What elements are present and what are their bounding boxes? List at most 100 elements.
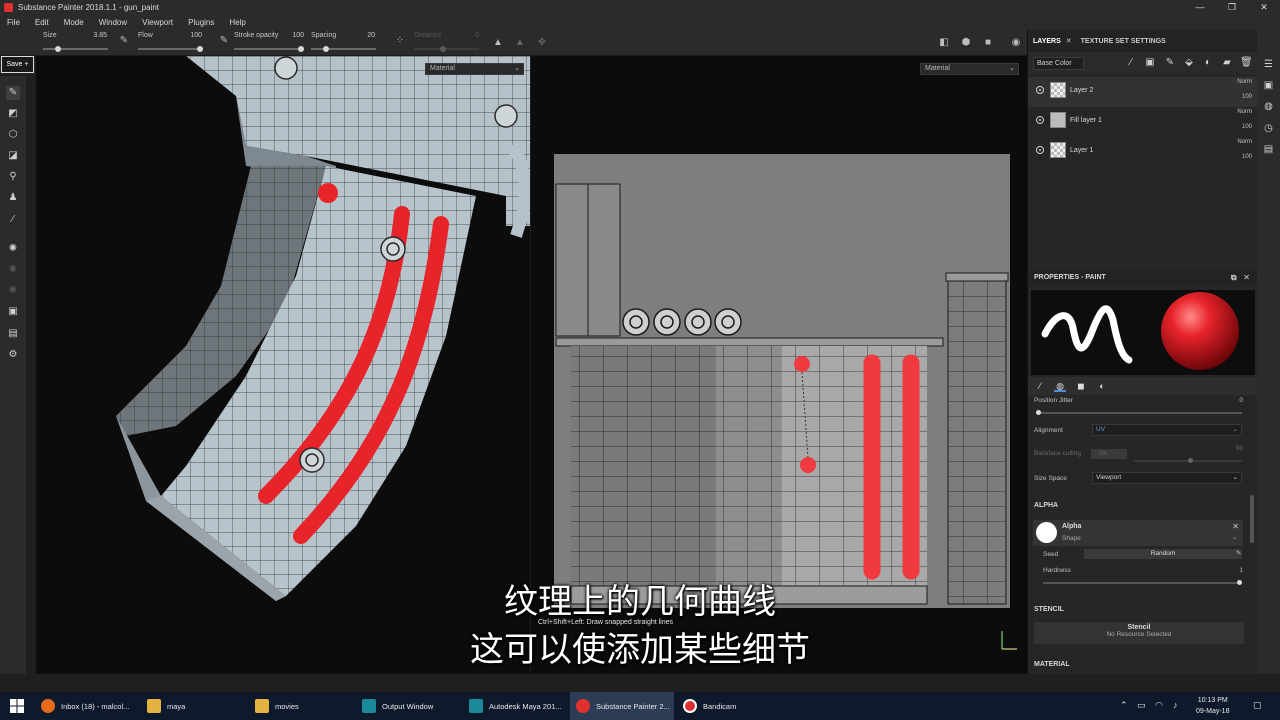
add-effect-icon[interactable]: ⁄ [1125, 57, 1137, 69]
taskbar-item-movies-folder[interactable]: movies [249, 692, 353, 720]
hardness-value[interactable]: 1 [1239, 567, 1243, 574]
tray-volume-icon[interactable]: ♪ [1173, 700, 1178, 710]
size-space-select[interactable]: Viewport ⌄ [1092, 472, 1242, 484]
tab-layers[interactable]: LAYERS [1028, 38, 1066, 45]
flow-pressure-icon[interactable]: ✎ [218, 36, 230, 46]
layer-row[interactable]: Layer 1 Norm 100 [1028, 137, 1258, 167]
menu-viewport[interactable]: Viewport [142, 18, 173, 27]
layer-opacity[interactable]: 100 [1242, 94, 1252, 100]
spacing-slider[interactable] [311, 46, 376, 52]
position-jitter-slider[interactable] [1036, 410, 1242, 415]
properties-header-icons[interactable]: ⧉ ✕ [1231, 270, 1250, 286]
seed-edit-icon[interactable]: ✎ [1236, 549, 1241, 557]
taskbar-item-substance-painter[interactable]: Substance Painter 2... [570, 692, 674, 720]
view-3d-icon[interactable]: ⬢ [960, 38, 972, 48]
log-icon[interactable]: ▤ [1262, 143, 1275, 156]
menu-plugins[interactable]: Plugins [188, 18, 214, 27]
taskbar-item-output-window[interactable]: Output Window [356, 692, 460, 720]
layer-opacity[interactable]: 100 [1242, 154, 1252, 160]
remove-alpha-icon[interactable]: ✕ [1232, 522, 1239, 531]
stroke-opacity-value[interactable]: 100 [286, 32, 304, 39]
layer-opacity[interactable]: 100 [1242, 124, 1252, 130]
windows-start-icon[interactable] [10, 699, 24, 713]
properties-scrollbar[interactable] [1250, 495, 1254, 543]
notifications-icon[interactable]: ▢ [1253, 700, 1262, 711]
viewport-3d-material-select[interactable]: Material ⌄ [425, 63, 524, 75]
menu-mode[interactable]: Mode [64, 18, 84, 27]
channel-select[interactable]: Base Color [1033, 57, 1084, 70]
taskbar-clock[interactable]: 10:13 PM 09-May-18 [1196, 695, 1229, 717]
smudge-icon[interactable]: ⚲ [6, 170, 20, 184]
paint-brush-icon[interactable]: ✎ [6, 86, 20, 100]
eraser-icon[interactable]: ◩ [6, 107, 20, 121]
layer-row[interactable]: Fill layer 1 Norm 100 [1028, 107, 1258, 137]
flow-slider[interactable] [138, 46, 203, 52]
display-settings-icon[interactable]: ◍ [1262, 100, 1275, 113]
close-button[interactable]: ✕ [1248, 0, 1280, 15]
stencil-slot[interactable]: Stencil No Resource Selected [1034, 622, 1244, 644]
bake-icon[interactable]: ✺ [6, 242, 20, 256]
tray-chevron-icon[interactable]: ⌃ [1120, 700, 1128, 711]
taskbar-item-bandicam[interactable]: Bandicam [677, 692, 781, 720]
brush-settings-tab-icon[interactable]: ◍ [1054, 380, 1066, 392]
export-icon[interactable]: ▤ [6, 327, 20, 341]
photoshop-export-icon[interactable]: ▣ [6, 305, 20, 319]
delete-layer-icon[interactable]: 🗑 [1240, 57, 1253, 69]
pen-pressure-icon[interactable]: ✎ [118, 36, 130, 46]
alpha-tab-icon[interactable]: ◼ [1075, 380, 1087, 392]
menu-help[interactable]: Help [229, 18, 245, 27]
alignment-select[interactable]: UV ⌄ [1092, 424, 1242, 436]
menu-file[interactable]: File [7, 18, 20, 27]
flow-value[interactable]: 100 [182, 32, 202, 39]
projection-icon[interactable]: ⬡ [6, 128, 20, 142]
stroke-opacity-slider[interactable] [234, 46, 304, 52]
maximize-button[interactable]: ❐ [1216, 0, 1248, 15]
layer-blend-mode[interactable]: Norm [1237, 139, 1252, 145]
tray-network-icon[interactable]: ▭ [1137, 700, 1146, 711]
taskbar-item-maya-folder[interactable]: maya [141, 692, 245, 720]
save-button[interactable]: Save + [1, 56, 34, 73]
size-value[interactable]: 3.85 [86, 32, 107, 39]
alpha-slot[interactable]: Alpha Shape ✕ ⌄ [1033, 520, 1243, 546]
hardness-slider[interactable] [1043, 580, 1242, 585]
color-picker-icon[interactable]: ⁄ [6, 213, 20, 227]
close-tab-icon[interactable]: ✕ [1066, 37, 1076, 45]
add-mask-icon[interactable]: ▣ [1144, 57, 1156, 69]
brush-tab-icon[interactable]: ⁄ [1034, 380, 1046, 392]
layer-blend-mode[interactable]: Norm [1237, 109, 1252, 115]
shelf-icon[interactable]: ☰ [1262, 58, 1275, 71]
chevron-down-icon[interactable]: ⌄ [1232, 534, 1237, 541]
display-split-icon[interactable]: ◧ [938, 38, 950, 48]
visibility-eye-icon[interactable] [1036, 116, 1044, 124]
seed-random-button[interactable]: Random [1084, 549, 1242, 559]
screenshot-icon[interactable]: ◉ [1010, 38, 1022, 48]
settings-gear-icon[interactable]: ⚙ [6, 348, 20, 362]
symmetry-icon[interactable]: ▲ [492, 38, 504, 48]
size-slider[interactable] [43, 46, 108, 52]
camera-icon[interactable]: ■ [982, 38, 994, 48]
viewer-settings-icon[interactable]: ▣ [1262, 79, 1275, 92]
add-folder-icon[interactable]: ▰ [1221, 57, 1233, 69]
history-icon[interactable]: ◷ [1262, 122, 1275, 135]
add-fill-layer-icon[interactable]: ⬙ [1183, 57, 1195, 69]
viewport-2d-material-select[interactable]: Material ⌄ [920, 63, 1019, 75]
add-smart-material-icon[interactable]: ◐ [1202, 57, 1214, 69]
clone-stamp-icon[interactable]: ♟ [6, 191, 20, 205]
polygon-fill-icon[interactable]: ◪ [6, 149, 20, 163]
menu-edit[interactable]: Edit [35, 18, 49, 27]
taskbar-item-firefox[interactable]: Inbox (18) - malcol... [35, 692, 139, 720]
lazy-mouse-icon[interactable]: ⁘ [394, 36, 406, 46]
tray-wifi-icon[interactable]: ◠ [1155, 700, 1163, 711]
visibility-eye-icon[interactable] [1036, 86, 1044, 94]
visibility-eye-icon[interactable] [1036, 146, 1044, 154]
spacing-value[interactable]: 20 [360, 32, 375, 39]
layer-row[interactable]: Layer 2 Norm 100 [1028, 77, 1258, 107]
add-paint-layer-icon[interactable]: ✎ [1164, 57, 1176, 69]
tab-texture-set-settings[interactable]: TEXTURE SET SETTINGS [1076, 38, 1171, 45]
minimize-button[interactable]: — [1184, 0, 1216, 15]
material-tab-icon[interactable]: ◐ [1096, 380, 1108, 392]
layer-blend-mode[interactable]: Norm [1237, 79, 1252, 85]
position-jitter-value[interactable]: 0 [1239, 397, 1243, 404]
menu-window[interactable]: Window [99, 18, 127, 27]
taskbar-item-autodesk-maya[interactable]: Autodesk Maya 201... [463, 692, 567, 720]
